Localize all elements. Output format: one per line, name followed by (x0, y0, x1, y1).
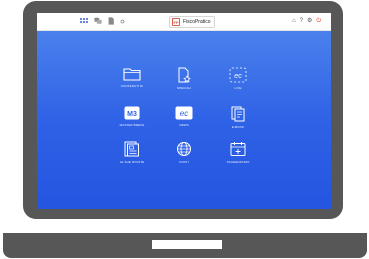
globe-icon (177, 142, 191, 156)
bell-icon[interactable]: ⌂ (292, 17, 296, 25)
power-icon[interactable]: ⏻ (316, 17, 321, 25)
tile-label: SPECIALI (176, 86, 192, 90)
calendar-icon (230, 142, 246, 156)
tile-label: MASTER BREVE (119, 123, 145, 127)
tile-scadenzario[interactable]: SCADENZARIO (213, 141, 263, 175)
tile-fonti[interactable]: FONTI (159, 141, 209, 175)
brand-logo-button[interactable]: FP FiscoPratico (169, 16, 215, 28)
tile-live[interactable]: ec LIVE (213, 67, 263, 101)
live-icon: ec (229, 67, 247, 83)
svg-text:M3: M3 (127, 111, 137, 118)
settings-icon[interactable]: ⚙ (307, 17, 312, 25)
svg-text:ec: ec (180, 109, 188, 118)
trackpad-notch (152, 240, 222, 249)
tile-le-sue-riviste[interactable]: LE SUE RIVISTE (107, 141, 157, 175)
document-icon[interactable] (107, 17, 115, 25)
magazine-icon (124, 141, 139, 157)
tile-label: LIVE (234, 86, 242, 90)
tile-speciali[interactable]: SPECIALI (159, 67, 209, 101)
topbar-left-group (80, 17, 125, 25)
brand-name: FiscoPratico (183, 19, 211, 25)
tile-ebook[interactable]: E-BOOK (213, 106, 263, 140)
document-star-icon (178, 67, 191, 83)
tile-news[interactable]: ec NEWS (159, 106, 209, 140)
folder-icon (123, 68, 141, 81)
topbar-right-group: ⌂ ? ⚙ ⏻ (292, 17, 321, 25)
apps-grid-icon[interactable] (80, 17, 89, 25)
tile-label: E-BOOK (231, 125, 245, 129)
app-screen: FP FiscoPratico ⌂ ? ⚙ ⏻ CONTENUTI DI SPE… (37, 13, 331, 209)
help-icon[interactable]: ? (300, 17, 303, 25)
news-icon: ec (175, 106, 193, 120)
tile-label: CONTENUTI DI (120, 84, 144, 88)
ebook-icon (231, 106, 245, 122)
svg-text:ec: ec (234, 73, 242, 80)
dot-icon[interactable] (120, 19, 125, 24)
top-bar: FP FiscoPratico ⌂ ? ⚙ ⏻ (37, 13, 331, 31)
tile-master-breve[interactable]: M3 MASTER BREVE (107, 106, 157, 140)
mb-icon: M3 (124, 106, 140, 120)
tile-contenuti[interactable]: CONTENUTI DI (107, 67, 157, 101)
brand-logo-icon: FP (172, 18, 180, 26)
tile-label: SCADENZARIO (226, 160, 250, 164)
tile-label: LE SUE RIVISTE (119, 160, 145, 164)
chat-icon[interactable] (94, 17, 102, 25)
tile-label: NEWS (179, 123, 189, 127)
tile-label: FONTI (179, 160, 189, 164)
